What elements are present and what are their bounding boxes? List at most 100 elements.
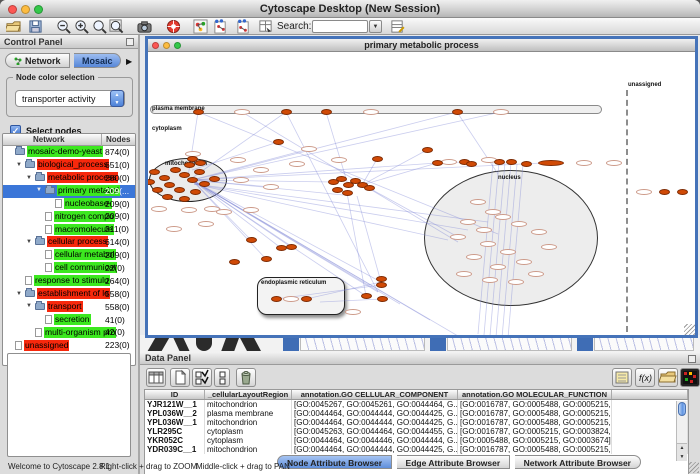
table-cell[interactable]: [GO:0044464, GO:0044444, GO:0044425, G..… — [292, 445, 458, 454]
gene-label-node[interactable] — [166, 226, 182, 232]
tab-mosaic[interactable]: Mosaic — [74, 53, 122, 68]
tree-row[interactable]: unassigned223(0) — [3, 339, 135, 352]
gene-node[interactable] — [149, 169, 160, 175]
gene-label-node[interactable] — [636, 189, 652, 195]
search-input[interactable] — [312, 20, 368, 33]
gene-node[interactable] — [452, 109, 463, 115]
table-cell[interactable]: YPL036W__2 — [145, 409, 205, 418]
gene-label-node[interactable] — [363, 109, 379, 115]
gene-label-node[interactable] — [198, 221, 214, 227]
table-cell[interactable]: [GO:0044464, GO:0044444, GO:0044425, G..… — [292, 409, 458, 418]
gene-node[interactable] — [372, 156, 383, 162]
table-cell[interactable]: mitochondrion — [205, 445, 292, 454]
network-edge[interactable] — [198, 112, 498, 234]
gene-node[interactable] — [190, 189, 201, 195]
gene-node[interactable] — [506, 159, 517, 165]
gene-node[interactable] — [273, 139, 284, 145]
gene-label-node[interactable] — [511, 221, 527, 227]
table-cell[interactable]: [GO:0016787, GO:0005488, GO:0005215, G..… — [458, 445, 612, 454]
network-edge[interactable] — [357, 196, 381, 282]
gene-node[interactable] — [659, 189, 670, 195]
gene-label-node[interactable] — [493, 109, 509, 115]
import-table-icon[interactable] — [258, 19, 273, 34]
gene-label-node[interactable] — [482, 277, 498, 283]
gene-node[interactable] — [281, 109, 292, 115]
gene-node[interactable] — [194, 169, 205, 175]
gene-node[interactable] — [187, 177, 198, 183]
table-cell[interactable]: YDR039C__1 — [145, 445, 205, 454]
gene-label-node[interactable] — [234, 109, 250, 115]
tree-row[interactable]: macromolecule311(0) — [3, 223, 135, 236]
gene-label-node[interactable] — [470, 199, 486, 205]
delete-attribute-icon[interactable] — [236, 368, 256, 387]
tree-row[interactable]: ▼primary metabol209(... — [3, 185, 135, 198]
gene-label-node[interactable] — [441, 159, 457, 165]
zoom-out-icon[interactable] — [56, 19, 71, 34]
network-edge[interactable] — [242, 112, 458, 242]
expand-arrow-icon[interactable]: ▼ — [26, 303, 35, 309]
gene-label-node[interactable] — [516, 259, 532, 265]
function-builder-icon[interactable]: f(x) — [635, 368, 655, 387]
gene-node[interactable] — [261, 256, 272, 262]
gene-label-node[interactable] — [263, 184, 279, 190]
column-divider[interactable] — [101, 134, 102, 146]
matrix-view-icon[interactable] — [680, 368, 700, 387]
gene-node[interactable] — [159, 175, 170, 181]
gene-node[interactable] — [466, 161, 477, 167]
float-panel-icon[interactable] — [688, 355, 696, 363]
save-session-icon[interactable] — [28, 19, 43, 34]
background-window-titlebar[interactable] — [577, 337, 593, 351]
expand-arrow-icon[interactable]: ▼ — [26, 175, 35, 181]
gene-label-node[interactable] — [243, 207, 259, 213]
background-window-preview[interactable] — [447, 337, 572, 351]
vizmapper-icon[interactable] — [193, 19, 208, 34]
network-new-icon[interactable] — [236, 19, 251, 34]
gene-node[interactable] — [422, 147, 433, 153]
table-cell[interactable]: [GO:0045263, GO:0044464, GO:0044455, G..… — [292, 427, 458, 436]
network-edge[interactable] — [192, 180, 366, 296]
gene-node[interactable] — [246, 237, 257, 243]
gene-node[interactable] — [301, 296, 312, 302]
gene-label-node[interactable] — [283, 296, 299, 302]
zoom-fit-icon[interactable] — [109, 19, 124, 34]
gene-label-node[interactable] — [230, 157, 246, 163]
import-attributes-icon[interactable] — [658, 368, 678, 387]
table-cell[interactable]: [GO:0044464, GO:0044444, GO:0044425, G..… — [292, 418, 458, 427]
table-cell[interactable]: mitochondrion — [205, 418, 292, 427]
table-cell[interactable]: YKR052C — [145, 436, 205, 445]
table-cell[interactable]: plasma membrane — [205, 409, 292, 418]
table-cell[interactable]: [GO:0016787, GO:0005488, GO:0005215, G..… — [458, 400, 612, 409]
gene-node[interactable] — [364, 185, 375, 191]
annotation-pad-icon[interactable] — [612, 368, 632, 387]
gene-label-node[interactable] — [233, 177, 249, 183]
birds-eye-view[interactable] — [7, 353, 131, 457]
gene-label-node[interactable] — [495, 214, 511, 220]
background-window-preview[interactable] — [300, 337, 425, 351]
gene-label-node[interactable] — [450, 234, 466, 240]
gene-node[interactable] — [209, 176, 220, 182]
table-cell[interactable]: YJR121W__1 — [145, 400, 205, 409]
gene-node[interactable] — [521, 161, 532, 167]
table-cell[interactable]: [GO:0016787, GO:0005215, GO:0003824, G..… — [458, 427, 612, 436]
expand-arrow-icon[interactable]: ▼ — [26, 239, 35, 245]
tree-row[interactable]: secretion41(0) — [3, 314, 135, 327]
layout-icon[interactable] — [213, 19, 228, 34]
gene-label-node[interactable] — [151, 206, 167, 212]
gene-node[interactable] — [152, 187, 163, 193]
gene-label-node[interactable] — [456, 271, 472, 277]
tree-row[interactable]: ▼metabolic process280(0) — [3, 172, 135, 185]
column-header-region[interactable]: _cellularLayoutRegion — [205, 390, 292, 399]
gene-node[interactable] — [538, 160, 564, 166]
tree-column-network[interactable]: Network — [33, 135, 65, 144]
gene-label-node[interactable] — [331, 157, 347, 163]
attribute-batch-icon[interactable] — [146, 368, 166, 387]
network-edge[interactable] — [484, 162, 499, 335]
new-attribute-icon[interactable] — [170, 368, 190, 387]
gene-node[interactable] — [361, 293, 372, 299]
network-edge[interactable] — [192, 180, 458, 335]
gene-node[interactable] — [286, 244, 297, 250]
gene-node[interactable] — [179, 196, 190, 202]
gene-node[interactable] — [494, 159, 505, 165]
help-icon[interactable] — [166, 19, 181, 34]
node-color-dropdown[interactable]: transporter activity ▲▼ — [15, 90, 125, 107]
